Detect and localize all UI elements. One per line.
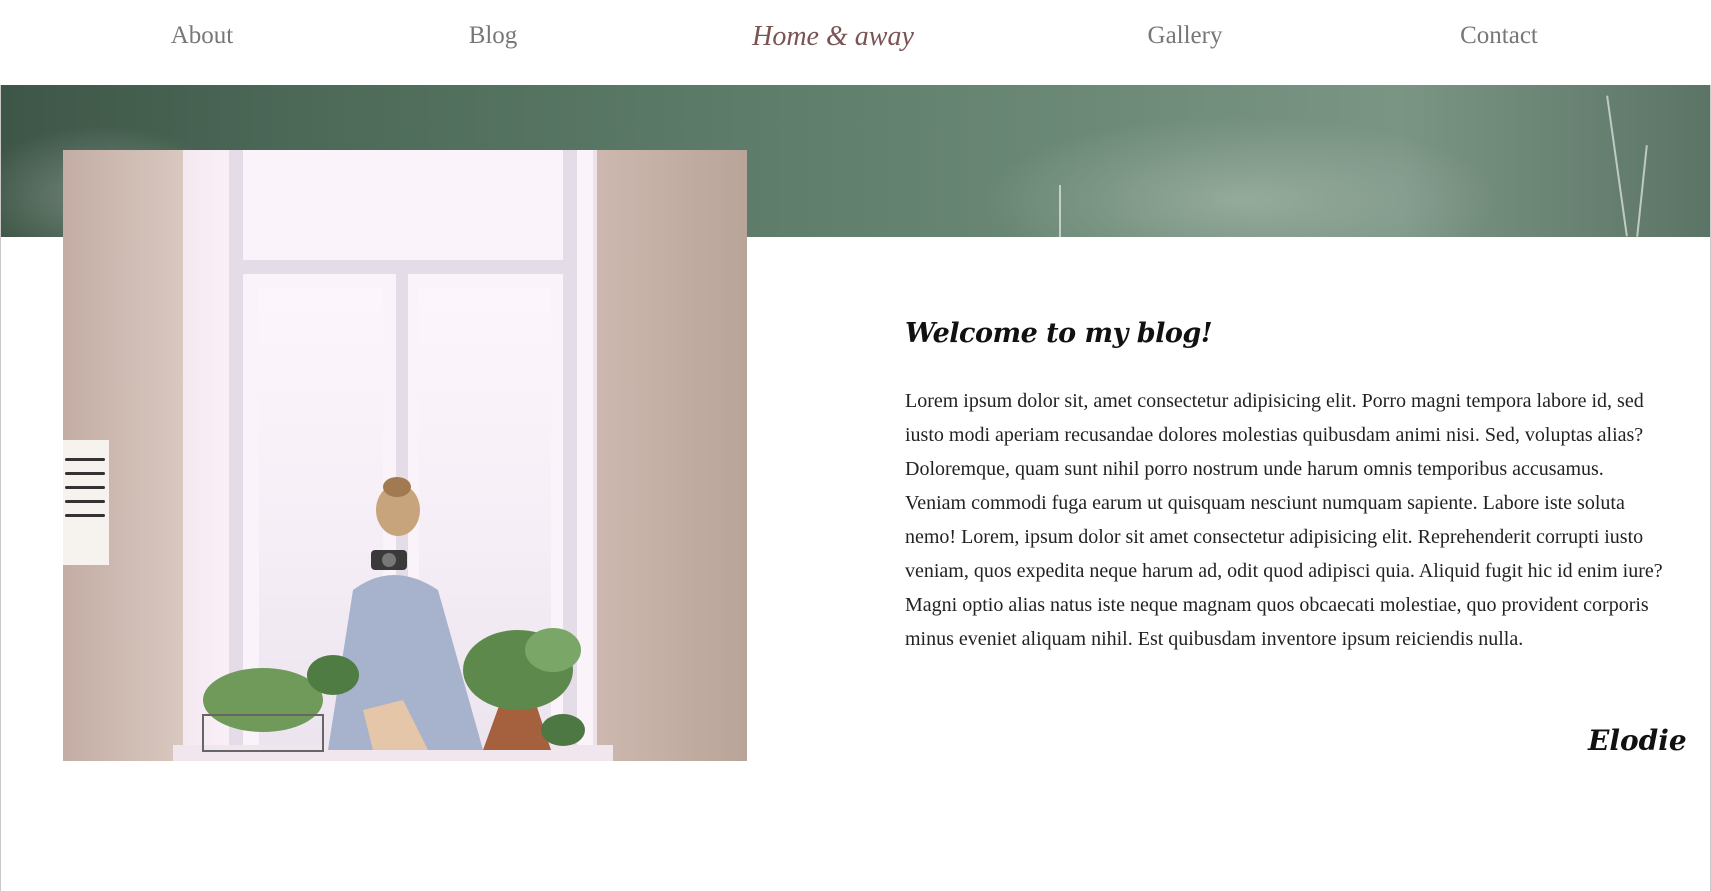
photo-subject bbox=[202, 477, 585, 752]
nav-link-gallery[interactable]: Gallery bbox=[1148, 22, 1223, 50]
grass-stem bbox=[1606, 95, 1628, 237]
hero-photo bbox=[63, 150, 747, 761]
nav-link-about[interactable]: About bbox=[171, 22, 234, 50]
grass-stem bbox=[1636, 145, 1648, 237]
plant-leaves bbox=[203, 668, 323, 732]
post-body: Lorem ipsum dolor sit, amet consectetur … bbox=[905, 390, 1663, 650]
post-signature: Elodie bbox=[1588, 724, 1687, 757]
nav-link-blog[interactable]: Blog bbox=[469, 22, 518, 50]
post-heading: Welcome to my blog! bbox=[905, 318, 1213, 349]
person-hair-bun bbox=[383, 477, 411, 497]
nav-link-contact[interactable]: Contact bbox=[1460, 22, 1538, 50]
top-navigation: About Blog Home & away Gallery Contact bbox=[0, 0, 1711, 85]
nav-link-home-and-away[interactable]: Home & away bbox=[752, 21, 914, 53]
grass-stem bbox=[1059, 185, 1061, 237]
